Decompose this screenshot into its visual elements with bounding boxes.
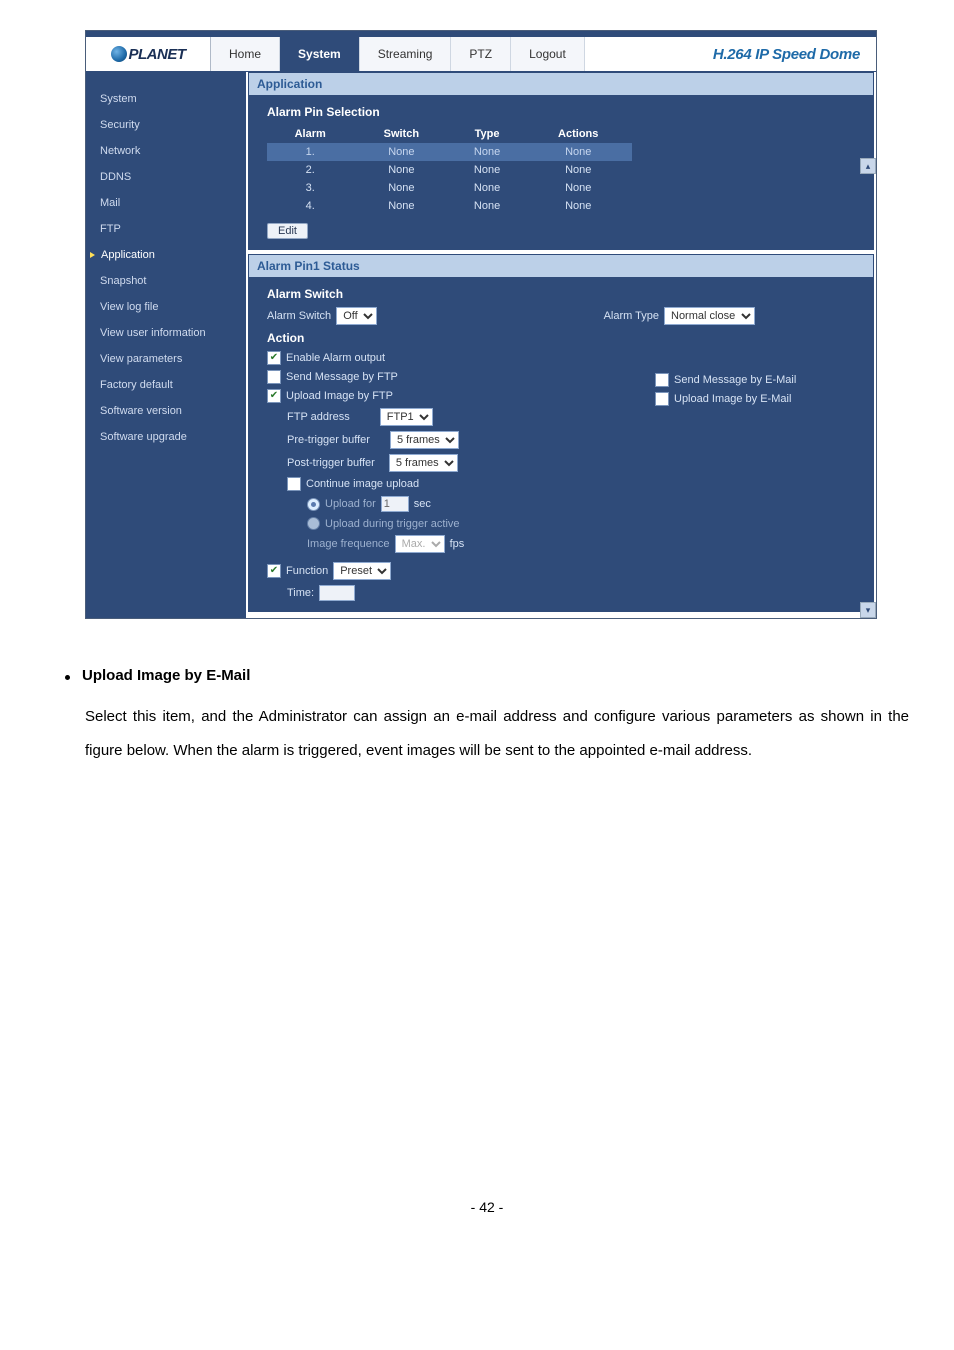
- alarm-switch-label: Alarm Switch: [267, 310, 331, 322]
- sidebar-item-view-parameters[interactable]: View parameters: [86, 346, 246, 372]
- send-message-ftp-label: Send Message by FTP: [286, 371, 398, 383]
- panel-alarm-status-title: Alarm Pin1 Status: [249, 255, 873, 277]
- send-message-email-label: Send Message by E-Mail: [674, 374, 796, 386]
- send-message-ftp-checkbox[interactable]: [267, 370, 281, 384]
- sidebar-item-ftp[interactable]: FTP: [86, 216, 246, 242]
- upload-image-ftp-checkbox[interactable]: ✔: [267, 389, 281, 403]
- time-input[interactable]: [319, 585, 355, 601]
- panel-application-title: Application: [249, 73, 873, 95]
- document-text: Upload Image by E-Mail Select this item,…: [65, 659, 909, 769]
- image-frequence-label: Image frequence: [307, 538, 390, 550]
- sidebar-item-system[interactable]: System: [86, 86, 246, 112]
- paragraph: Select this item, and the Administrator …: [65, 700, 909, 769]
- sidebar-item-application[interactable]: Application: [86, 242, 246, 268]
- pre-trigger-select[interactable]: 5 frames: [390, 431, 459, 449]
- alarm-switch-select[interactable]: Off: [336, 307, 377, 325]
- enable-alarm-output-label: Enable Alarm output: [286, 352, 385, 364]
- upload-during-active-label: Upload during trigger active: [325, 518, 460, 530]
- upload-image-email-label: Upload Image by E-Mail: [674, 393, 791, 405]
- bullet-heading: Upload Image by E-Mail: [82, 659, 250, 694]
- upload-image-email-checkbox[interactable]: [655, 392, 669, 406]
- action-heading: Action: [267, 331, 855, 345]
- sidebar-item-software-version[interactable]: Software version: [86, 398, 246, 424]
- time-label: Time:: [287, 587, 314, 599]
- col-actions: Actions: [525, 125, 632, 143]
- upload-for-radio[interactable]: [307, 498, 320, 511]
- sidebar: System Security Network DDNS Mail FTP Ap…: [86, 72, 246, 618]
- table-row[interactable]: 2.NoneNoneNone: [267, 161, 632, 179]
- panel-alarm-status: Alarm Pin1 Status Alarm Switch Alarm Swi…: [248, 254, 874, 612]
- page-number: - 42 -: [65, 1199, 909, 1215]
- sidebar-item-ddns[interactable]: DDNS: [86, 164, 246, 190]
- alarm-switch-heading: Alarm Switch: [267, 287, 855, 301]
- panel-application: Application Alarm Pin Selection Alarm Sw…: [248, 72, 874, 250]
- logo: PLANET: [86, 37, 211, 71]
- alarm-pin-selection-heading: Alarm Pin Selection: [267, 105, 855, 119]
- alarm-type-select[interactable]: Normal close: [664, 307, 755, 325]
- bullet-icon: [65, 675, 70, 680]
- scroll-down-icon[interactable]: ▾: [860, 602, 876, 618]
- tab-streaming[interactable]: Streaming: [360, 37, 452, 71]
- sidebar-item-security[interactable]: Security: [86, 112, 246, 138]
- alarm-type-label: Alarm Type: [604, 310, 659, 322]
- upload-during-active-radio[interactable]: [307, 517, 320, 530]
- table-row[interactable]: 1.NoneNoneNone: [267, 143, 632, 161]
- content-area: Application Alarm Pin Selection Alarm Sw…: [246, 72, 876, 618]
- continue-image-upload-label: Continue image upload: [306, 478, 419, 490]
- brand-slogan: H.264 IP Speed Dome: [585, 37, 876, 71]
- pre-trigger-label: Pre-trigger buffer: [287, 434, 370, 446]
- tab-ptz[interactable]: PTZ: [451, 37, 511, 71]
- sidebar-item-view-user-info[interactable]: View user information: [86, 320, 246, 346]
- sidebar-item-network[interactable]: Network: [86, 138, 246, 164]
- tab-home[interactable]: Home: [211, 37, 280, 71]
- nav-tabs: Home System Streaming PTZ Logout: [211, 37, 585, 71]
- scroll-up-icon[interactable]: ▴: [860, 158, 876, 174]
- sidebar-item-factory-default[interactable]: Factory default: [86, 372, 246, 398]
- upload-for-unit: sec: [414, 498, 431, 510]
- upload-for-input[interactable]: [381, 496, 409, 512]
- tab-logout[interactable]: Logout: [511, 37, 585, 71]
- upload-for-label: Upload for: [325, 498, 376, 510]
- app-window: PLANET Home System Streaming PTZ Logout …: [85, 30, 877, 619]
- col-alarm: Alarm: [267, 125, 353, 143]
- send-message-email-checkbox[interactable]: [655, 373, 669, 387]
- continue-image-upload-checkbox[interactable]: [287, 477, 301, 491]
- planet-icon: [111, 46, 127, 62]
- table-row[interactable]: 4.NoneNoneNone: [267, 197, 632, 215]
- sidebar-item-mail[interactable]: Mail: [86, 190, 246, 216]
- post-trigger-label: Post-trigger buffer: [287, 457, 375, 469]
- ftp-address-select[interactable]: FTP1: [380, 408, 433, 426]
- header: PLANET Home System Streaming PTZ Logout …: [86, 37, 876, 72]
- post-trigger-select[interactable]: 5 frames: [389, 454, 458, 472]
- function-checkbox[interactable]: ✔: [267, 564, 281, 578]
- current-arrow-icon: [90, 252, 95, 258]
- tab-system[interactable]: System: [280, 37, 360, 71]
- image-frequence-unit: fps: [450, 538, 465, 550]
- edit-button[interactable]: Edit: [267, 223, 308, 239]
- enable-alarm-output-checkbox[interactable]: ✔: [267, 351, 281, 365]
- col-type: Type: [449, 125, 525, 143]
- logo-text: PLANET: [129, 46, 186, 63]
- function-select[interactable]: Preset: [333, 562, 391, 580]
- image-frequence-select[interactable]: Max.: [395, 535, 445, 553]
- ftp-address-label: FTP address: [287, 411, 350, 423]
- upload-image-ftp-label: Upload Image by FTP: [286, 390, 393, 402]
- table-row[interactable]: 3.NoneNoneNone: [267, 179, 632, 197]
- alarm-table: Alarm Switch Type Actions 1.NoneNoneNone…: [267, 125, 632, 215]
- sidebar-item-view-log[interactable]: View log file: [86, 294, 246, 320]
- col-switch: Switch: [353, 125, 449, 143]
- sidebar-item-snapshot[interactable]: Snapshot: [86, 268, 246, 294]
- sidebar-item-software-upgrade[interactable]: Software upgrade: [86, 424, 246, 450]
- function-label: Function: [286, 565, 328, 577]
